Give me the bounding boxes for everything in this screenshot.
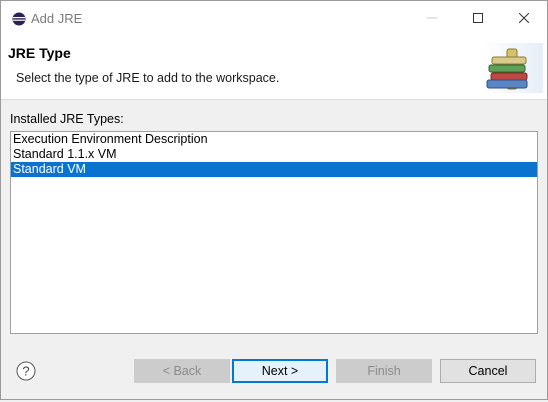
help-icon[interactable]: ? (16, 361, 36, 381)
minimize-button[interactable] (409, 1, 455, 37)
maximize-button[interactable] (455, 1, 501, 37)
button-bar: ? < Back Next > Finish Cancel (1, 339, 547, 399)
maximize-icon (473, 12, 483, 26)
window-title: Add JRE (31, 11, 83, 26)
page-description: Select the type of JRE to add to the wor… (16, 71, 280, 85)
list-item-selected[interactable]: Standard VM (11, 162, 537, 177)
cancel-button[interactable]: Cancel (440, 359, 536, 383)
page-title: JRE Type (8, 45, 71, 61)
add-jre-dialog: Add JRE JRE Type Select the type of JRE … (0, 0, 548, 400)
svg-text:?: ? (22, 364, 29, 379)
list-item[interactable]: Execution Environment Description (11, 132, 537, 147)
close-icon (518, 12, 530, 26)
jre-types-list[interactable]: Execution Environment Description Standa… (10, 131, 538, 334)
close-button[interactable] (501, 1, 547, 37)
wizard-header: JRE Type Select the type of JRE to add t… (1, 37, 547, 100)
minimize-icon (427, 12, 437, 26)
title-bar: Add JRE (1, 1, 547, 37)
list-item[interactable]: Standard 1.1.x VM (11, 147, 537, 162)
installed-jre-types-label: Installed JRE Types: (10, 112, 124, 126)
back-button[interactable]: < Back (134, 359, 230, 383)
next-button[interactable]: Next > (232, 359, 328, 383)
finish-button[interactable]: Finish (336, 359, 432, 383)
eclipse-icon (12, 12, 26, 26)
books-library-icon (483, 43, 543, 93)
